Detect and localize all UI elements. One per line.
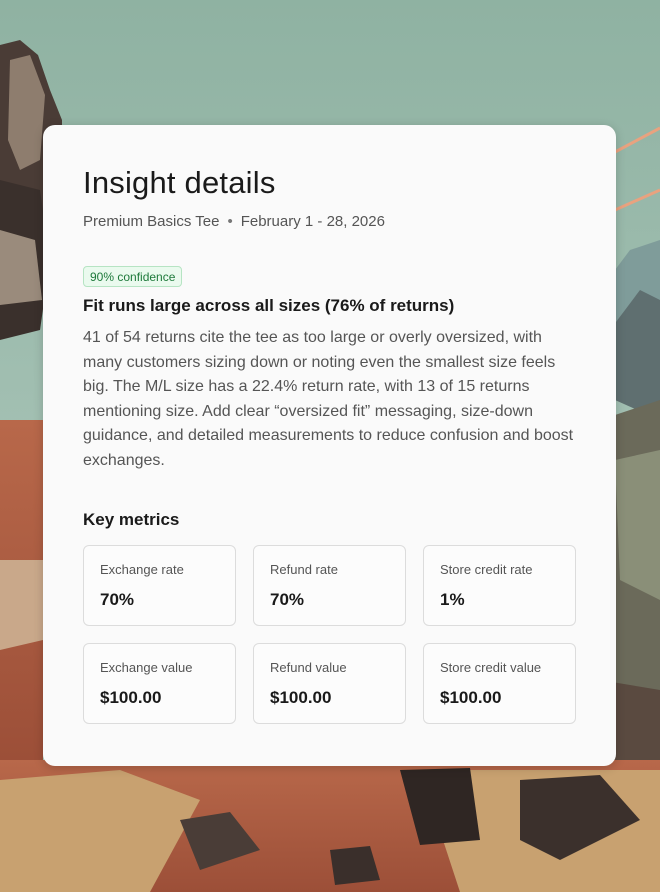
metric-value: 70% bbox=[100, 590, 135, 609]
key-metrics-heading: Key metrics bbox=[83, 510, 180, 529]
metric-label: Refund rate bbox=[270, 562, 338, 577]
metric-value: 1% bbox=[440, 590, 465, 609]
date-range: February 1 - 28, 2026 bbox=[240, 213, 385, 230]
metric-card-store-credit-rate: Store credit rate 1% bbox=[423, 545, 576, 626]
metric-label: Exchange rate bbox=[100, 562, 184, 577]
insight-description: 41 of 54 returns cite the tee as too lar… bbox=[83, 329, 574, 469]
metric-value: $100.00 bbox=[100, 688, 162, 707]
insight-details-card: Insight details Premium Basics Tee • Febru… bbox=[43, 125, 616, 766]
metric-label: Store credit value bbox=[440, 660, 542, 675]
insight-subtitle: Premium Basics Tee • February 1 - 28, 2026 bbox=[83, 213, 385, 230]
subtitle-separator: • bbox=[227, 213, 233, 230]
metric-label: Refund value bbox=[270, 660, 347, 675]
metric-card-exchange-value: Exchange value $100.00 bbox=[83, 643, 236, 724]
page-title: Insight details bbox=[83, 165, 276, 200]
metric-value: $100.00 bbox=[440, 688, 502, 707]
metric-card-refund-value: Refund value $100.00 bbox=[253, 643, 406, 724]
key-metrics-grid: Exchange rate 70% Refund rate 70% Store … bbox=[83, 545, 576, 724]
metric-card-exchange-rate: Exchange rate 70% bbox=[83, 545, 236, 626]
metric-value: 70% bbox=[270, 590, 305, 609]
metric-card-store-credit-value: Store credit value $100.00 bbox=[423, 643, 576, 724]
metric-value: $100.00 bbox=[270, 688, 332, 707]
product-name: Premium Basics Tee bbox=[83, 213, 220, 230]
insight-headline: Fit runs large across all sizes (76% of … bbox=[83, 296, 455, 315]
metric-card-refund-rate: Refund rate 70% bbox=[253, 545, 406, 626]
metric-label: Exchange value bbox=[100, 660, 193, 675]
confidence-badge: 90% confidence bbox=[83, 266, 183, 287]
metric-label: Store credit rate bbox=[440, 562, 533, 577]
